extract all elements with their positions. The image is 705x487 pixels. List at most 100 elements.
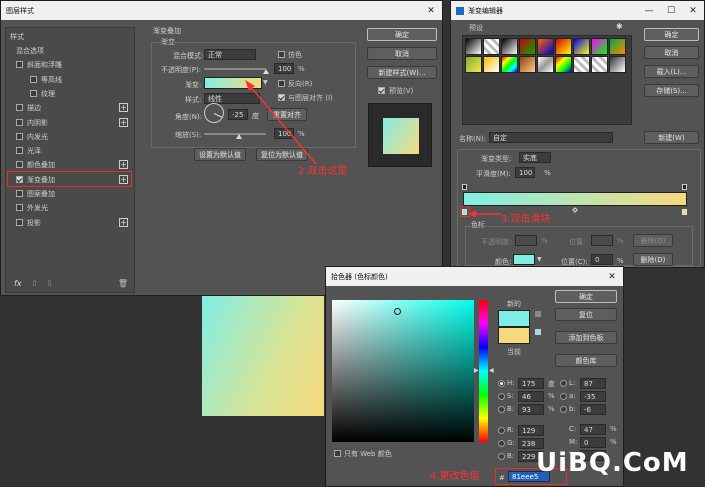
color-field-input[interactable]: -35 — [580, 391, 606, 402]
sidebar-item[interactable]: 投影 + — [10, 216, 130, 230]
preset-swatch[interactable] — [537, 38, 554, 55]
sidebar-item-checkbox[interactable] — [16, 147, 23, 155]
move-up-icon[interactable]: ⇧ — [31, 279, 38, 288]
sidebar-item[interactable]: 内阴影 + — [10, 116, 130, 130]
color-mode-radio[interactable] — [560, 406, 567, 413]
color-field-input[interactable]: 87 — [580, 378, 606, 389]
add-to-swatches-button[interactable]: 添加到色板 — [555, 331, 617, 344]
move-down-icon[interactable]: ⇩ — [46, 279, 53, 288]
sidebar-item-checkbox[interactable] — [16, 132, 23, 140]
sidebar-item-checkbox[interactable] — [16, 190, 23, 197]
color-field-input[interactable]: 47 — [580, 424, 606, 435]
preset-swatch[interactable] — [483, 38, 500, 55]
plus-icon[interactable]: + — [119, 160, 128, 170]
new-style-button[interactable]: 新建样式(W)... — [367, 66, 437, 79]
cancel-button[interactable]: 取消 — [367, 47, 437, 60]
ok-button[interactable]: 确定 — [367, 28, 437, 41]
color-libraries-button[interactable]: 颜色库 — [555, 354, 617, 367]
presets-grid[interactable] — [462, 35, 632, 125]
preset-swatch[interactable] — [519, 56, 536, 73]
color-stop-right[interactable] — [682, 209, 687, 215]
save-button[interactable]: 存储(S)... — [644, 84, 699, 97]
ok-button[interactable]: 确定 — [555, 290, 617, 303]
ok-button[interactable]: 确定 — [644, 28, 699, 41]
stop-delete2-button[interactable]: 删除(D) — [633, 253, 673, 266]
preset-swatch[interactable] — [483, 56, 500, 73]
reset-button[interactable]: 复位 — [555, 308, 617, 321]
color-mode-radio[interactable] — [498, 440, 505, 447]
opacity-slider[interactable] — [204, 68, 266, 70]
preset-swatch[interactable] — [591, 38, 608, 55]
smooth-input[interactable]: 100 — [515, 167, 535, 178]
sidebar-item[interactable]: 外发光 — [10, 201, 130, 215]
opacity-slider-thumb[interactable] — [263, 69, 269, 74]
sidebar-item[interactable]: 描边 + — [10, 101, 130, 115]
sidebar-item-checkbox[interactable] — [16, 204, 23, 212]
preset-swatch[interactable] — [609, 38, 626, 55]
gamut-warning-icon[interactable] — [535, 311, 541, 317]
sidebar-item-checkbox[interactable] — [30, 75, 37, 83]
sidebar-item-checkbox[interactable] — [16, 61, 23, 69]
type-select[interactable]: 实底 — [519, 152, 551, 163]
preset-swatch[interactable] — [519, 38, 536, 55]
color-mode-radio[interactable] — [560, 380, 567, 387]
color-field-input[interactable]: 0 — [580, 437, 606, 448]
gradient-bar[interactable] — [463, 192, 687, 206]
preset-swatch[interactable] — [555, 38, 572, 55]
plus-icon[interactable]: + — [119, 117, 128, 127]
color-mode-radio[interactable] — [498, 406, 505, 413]
color-mode-radio[interactable] — [498, 427, 505, 434]
plus-icon[interactable]: + — [119, 217, 128, 227]
preset-swatch[interactable] — [537, 56, 554, 73]
gear-icon[interactable]: ✱ — [616, 22, 623, 31]
sidebar-item[interactable]: 斜面和浮雕 — [10, 58, 130, 72]
color-mode-radio[interactable] — [498, 453, 505, 460]
sidebar-item-checkbox[interactable] — [16, 118, 23, 126]
preset-swatch[interactable] — [501, 56, 518, 73]
color-field-input[interactable]: -6 — [580, 404, 606, 415]
current-color-swatch[interactable] — [498, 327, 530, 344]
preset-swatch[interactable] — [609, 56, 626, 73]
color-field-input[interactable]: 129 — [518, 425, 544, 436]
close-icon[interactable]: ✕ — [601, 272, 623, 282]
preview-checkbox[interactable] — [378, 87, 385, 94]
angle-dial[interactable] — [204, 103, 224, 123]
opacity-stop-left[interactable] — [462, 184, 467, 190]
color-field-input[interactable]: 175 — [518, 378, 544, 389]
sidebar-item-checkbox[interactable] — [16, 104, 23, 112]
color-mode-radio[interactable] — [560, 393, 567, 400]
maximize-icon[interactable]: ☐ — [660, 6, 682, 16]
preset-swatch[interactable] — [573, 38, 590, 55]
sidebar-item-checkbox[interactable] — [16, 161, 23, 169]
set-default-button[interactable]: 设置为默认值 — [194, 148, 246, 161]
minimize-icon[interactable]: — — [638, 6, 660, 16]
load-button[interactable]: 载入(L)... — [644, 65, 699, 78]
cancel-button[interactable]: 取消 — [644, 46, 699, 59]
preset-swatch[interactable] — [573, 56, 590, 73]
preset-swatch[interactable] — [465, 38, 482, 55]
web-safe-icon[interactable] — [535, 329, 541, 335]
dither-checkbox[interactable] — [278, 51, 285, 58]
preset-swatch[interactable] — [465, 56, 482, 73]
color-picker-cursor[interactable] — [394, 308, 401, 315]
color-mode-radio[interactable] — [498, 380, 505, 387]
web-only-checkbox[interactable] — [334, 450, 341, 457]
preset-swatch[interactable] — [591, 56, 608, 73]
color-field-input[interactable]: 93 — [518, 404, 544, 415]
hue-slider-thumb-right[interactable]: ◀ — [489, 367, 494, 374]
new-gradient-button[interactable]: 新建(W) — [644, 131, 699, 144]
name-input[interactable]: 自定 — [489, 132, 613, 143]
hue-slider[interactable] — [479, 300, 488, 442]
saturation-brightness-field[interactable] — [332, 300, 474, 442]
preset-swatch[interactable] — [501, 38, 518, 55]
fx-icon[interactable]: fx — [14, 279, 22, 288]
preset-swatch[interactable] — [555, 56, 572, 73]
chevron-down-icon[interactable]: ▼ — [537, 256, 542, 263]
stop-location2-input[interactable]: 0 — [591, 254, 613, 265]
stop-color-swatch[interactable] — [513, 254, 535, 265]
sidebar-item[interactable]: 混合选项 — [10, 44, 130, 58]
trash-icon[interactable]: 🗑 — [118, 279, 128, 288]
color-field-input[interactable]: 46 — [518, 391, 544, 402]
blend-mode-select[interactable]: 正常 — [204, 49, 256, 60]
sidebar-item[interactable]: 等高线 — [10, 73, 130, 87]
